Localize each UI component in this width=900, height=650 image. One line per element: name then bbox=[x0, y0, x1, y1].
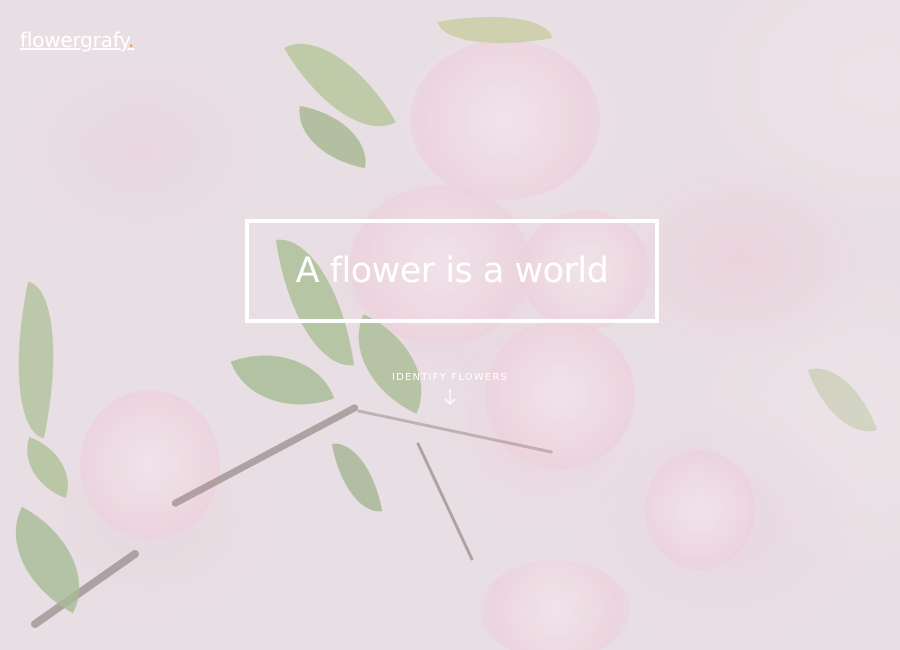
hero-section: flowergrafy. A flower is a world IDENTIF… bbox=[0, 0, 900, 650]
brand-logo-link[interactable]: flowergrafy. bbox=[20, 28, 134, 52]
arrow-down-icon bbox=[444, 389, 456, 405]
identify-flowers-link[interactable]: IDENTIFY FLOWERS bbox=[350, 372, 550, 406]
brand-dot: . bbox=[128, 28, 135, 52]
brand-name: flowergrafy bbox=[20, 28, 129, 52]
identify-flowers-label: IDENTIFY FLOWERS bbox=[391, 372, 509, 383]
hero-headline: A flower is a world bbox=[295, 251, 609, 291]
headline-frame: A flower is a world bbox=[245, 219, 659, 323]
background-overlay bbox=[0, 0, 900, 650]
